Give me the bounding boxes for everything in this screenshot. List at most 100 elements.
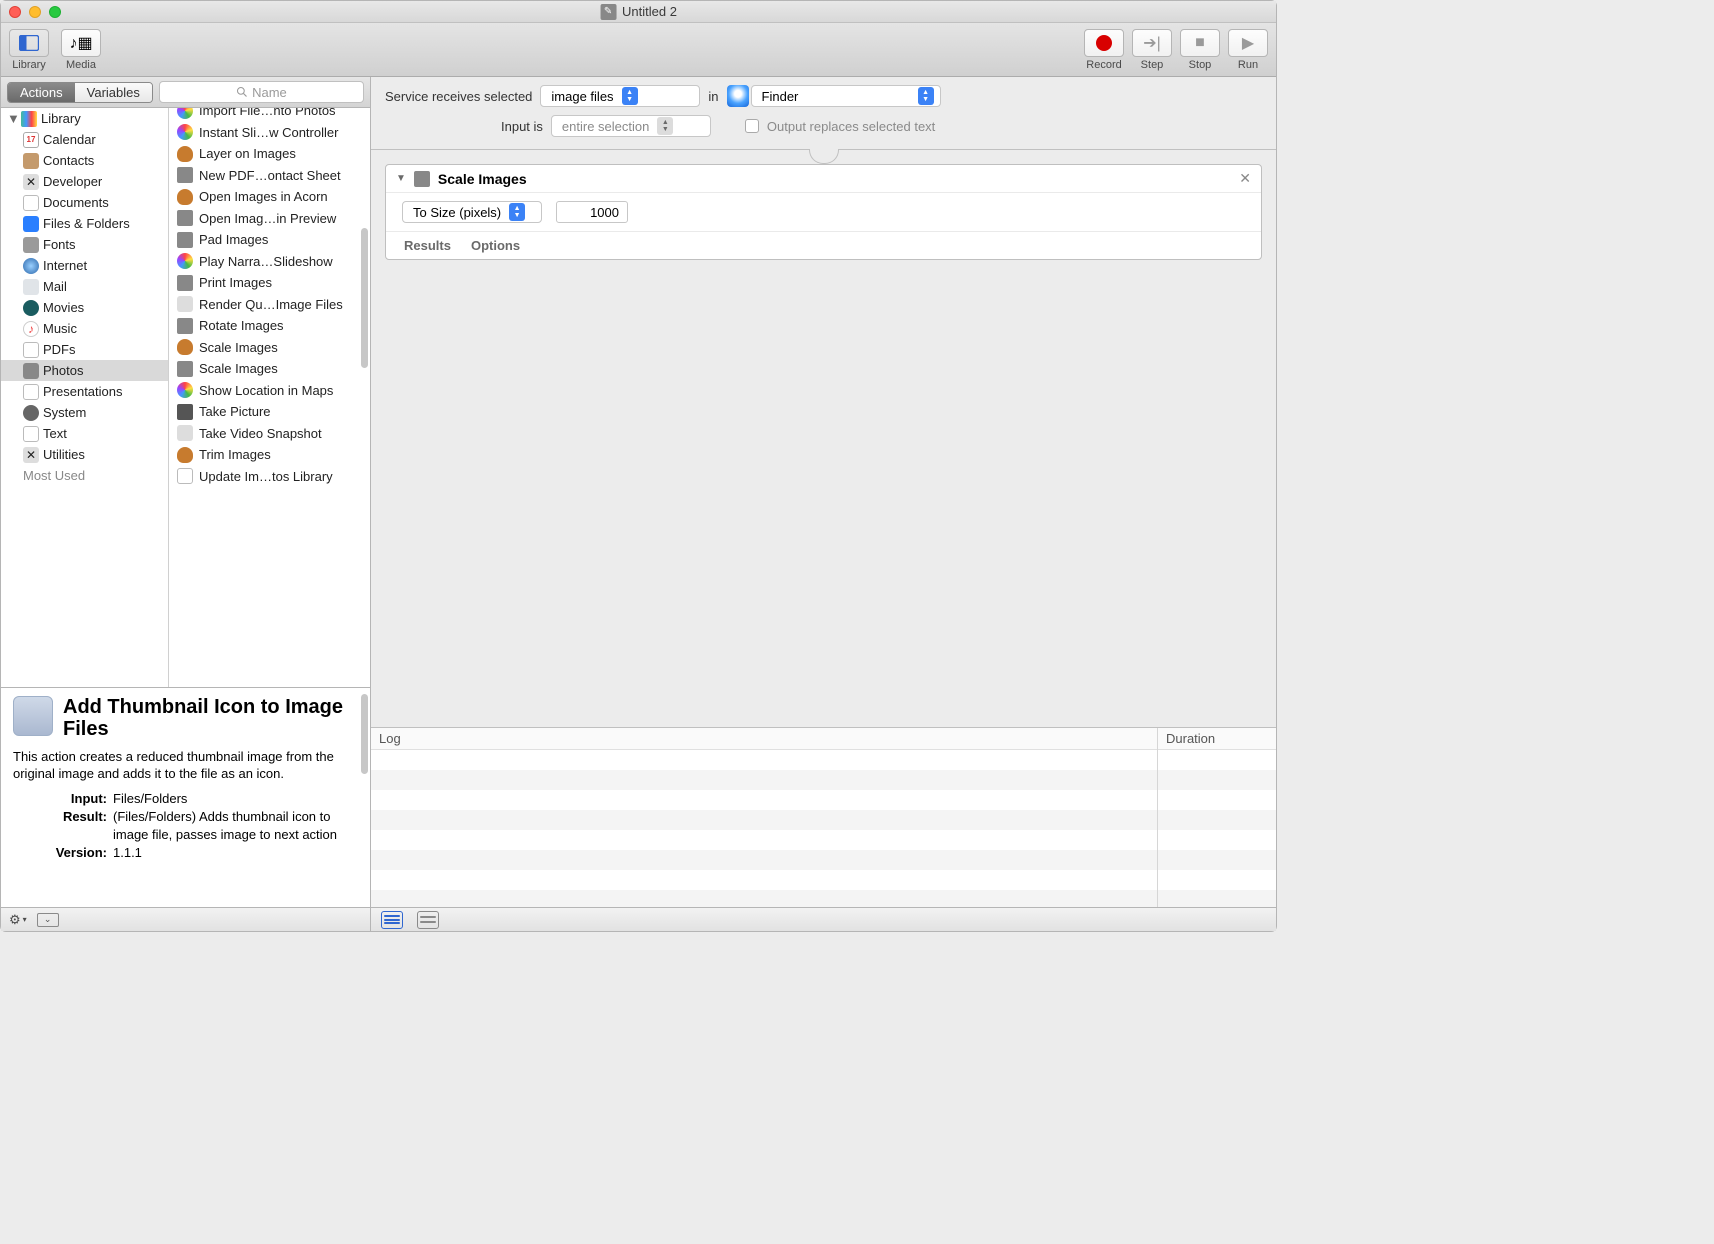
desc-version-value: 1.1.1 (113, 844, 358, 862)
search-placeholder: Name (252, 85, 287, 100)
library-toggle-button[interactable] (9, 29, 49, 57)
chevron-down-icon: ▾ (23, 915, 27, 924)
media-button[interactable]: ♪▦ (61, 29, 101, 57)
description-scrollbar[interactable] (361, 694, 368, 774)
output-replaces-label: Output replaces selected text (767, 119, 935, 134)
scale-mode-select[interactable]: To Size (pixels) ▲▼ (402, 201, 542, 223)
library-categories-list[interactable]: ▼ Library 17Calendar Contacts ✕Developer… (1, 108, 169, 687)
log-list[interactable] (371, 750, 1157, 907)
library-item-files-folders[interactable]: Files & Folders (1, 213, 168, 234)
action-list-item[interactable]: Take Picture (169, 401, 370, 423)
action-results-tab[interactable]: Results (404, 238, 451, 253)
workflow-action-title: Scale Images (438, 171, 527, 187)
library-item-presentations[interactable]: Presentations (1, 381, 168, 402)
action-options-tab[interactable]: Options (471, 238, 520, 253)
step-label: Step (1141, 59, 1164, 71)
scale-size-input[interactable] (556, 201, 628, 223)
desc-result-value: (Files/Folders) Adds thumbnail icon to i… (113, 808, 358, 844)
action-list-item[interactable]: Trim Images (169, 444, 370, 466)
library-item-system[interactable]: System (1, 402, 168, 423)
action-list-item[interactable]: Play Narra…Slideshow (169, 251, 370, 273)
action-list-item[interactable]: Open Imag…in Preview (169, 208, 370, 230)
action-list-item-label: Import File…nto Photos (199, 108, 336, 118)
segment-variables[interactable]: Variables (75, 83, 152, 102)
library-item-mail[interactable]: Mail (1, 276, 168, 297)
service-receives-label: Service receives selected (385, 89, 532, 104)
actions-list[interactable]: Import File…nto Photos Instant Sli…w Cont… (169, 108, 370, 687)
workflow-view-list-button[interactable] (381, 911, 403, 929)
library-item-documents[interactable]: Documents (1, 192, 168, 213)
library-gear-menu[interactable]: ⚙▾ (9, 912, 27, 928)
zoom-button[interactable] (49, 6, 61, 18)
duration-list[interactable] (1158, 750, 1276, 907)
automator-app-icon: ✎ (600, 4, 616, 20)
colorwheel-icon (177, 108, 193, 119)
library-item-movies[interactable]: Movies (1, 297, 168, 318)
action-list-item[interactable]: Print Images (169, 272, 370, 294)
action-list-item[interactable]: Take Video Snapshot (169, 423, 370, 445)
run-button[interactable]: ▶ (1228, 29, 1268, 57)
workflow-action-scale-images[interactable]: ▼ Scale Images ✕ To Size (pixels) ▲▼ Res… (385, 164, 1262, 260)
action-list-item[interactable]: Show Location in Maps (169, 380, 370, 402)
documents-icon (23, 195, 39, 211)
record-button[interactable] (1084, 29, 1124, 57)
colorwheel-icon (177, 253, 193, 269)
segment-actions[interactable]: Actions (8, 83, 75, 102)
library-item-utilities[interactable]: ✕Utilities (1, 444, 168, 465)
workflow-view-log-button[interactable] (417, 911, 439, 929)
input-is-select[interactable]: entire selection ▲▼ (551, 115, 711, 137)
action-list-item[interactable]: Scale Images (169, 358, 370, 380)
action-list-item[interactable]: Open Images in Acorn (169, 186, 370, 208)
workflow-area[interactable]: ▼ Scale Images ✕ To Size (pixels) ▲▼ Res… (371, 164, 1276, 727)
library-item-developer[interactable]: ✕Developer (1, 171, 168, 192)
remove-action-button[interactable]: ✕ (1239, 170, 1251, 187)
action-list-item[interactable]: Layer on Images (169, 143, 370, 165)
toggle-description-button[interactable]: ⌄ (37, 913, 59, 927)
action-list-item[interactable]: Pad Images (169, 229, 370, 251)
chevron-down-icon: ⌄ (44, 914, 52, 925)
library-item-fonts[interactable]: Fonts (1, 234, 168, 255)
service-app-select[interactable]: Finder ▲▼ (751, 85, 941, 107)
action-list-item[interactable]: New PDF…ontact Sheet (169, 165, 370, 187)
service-receives-select[interactable]: image files ▲▼ (540, 85, 700, 107)
action-list-item[interactable]: Rotate Images (169, 315, 370, 337)
library-item-music[interactable]: ♪Music (1, 318, 168, 339)
library-item-contacts[interactable]: Contacts (1, 150, 168, 171)
media-label: Media (66, 59, 96, 71)
action-list-item[interactable]: Instant Sli…w Controller (169, 122, 370, 144)
window-title: ✎ Untitled 2 (600, 4, 677, 20)
tools-icon (177, 296, 193, 312)
log-panel: Log Duration (371, 727, 1276, 907)
output-replaces-checkbox[interactable] (745, 119, 759, 133)
close-button[interactable] (9, 6, 21, 18)
library-icon (21, 111, 37, 127)
search-field[interactable]: Name (159, 81, 364, 103)
traffic-lights (9, 6, 61, 18)
step-button[interactable]: ➔| (1132, 29, 1172, 57)
duration-header[interactable]: Duration (1158, 728, 1276, 750)
library-item-most-used[interactable]: Most Used (1, 465, 168, 486)
minimize-button[interactable] (29, 6, 41, 18)
disclosure-triangle-icon[interactable]: ▼ (396, 173, 406, 184)
library-item-calendar[interactable]: 17Calendar (1, 129, 168, 150)
disclosure-triangle-icon[interactable]: ▼ (7, 111, 17, 126)
actions-scrollbar[interactable] (361, 228, 368, 368)
log-header[interactable]: Log (371, 728, 1157, 750)
library-item-internet[interactable]: Internet (1, 255, 168, 276)
camera-icon (177, 404, 193, 420)
workflow-input-notch (371, 150, 1276, 164)
action-list-item[interactable]: Update Im…tos Library (169, 466, 370, 488)
library-header-row: Actions Variables Name (1, 77, 370, 108)
select-arrows-icon: ▲▼ (657, 117, 673, 135)
internet-icon (23, 258, 39, 274)
library-item-pdfs[interactable]: PDFs (1, 339, 168, 360)
action-list-item[interactable]: Import File…nto Photos (169, 108, 370, 122)
stop-button[interactable]: ■ (1180, 29, 1220, 57)
library-item-text[interactable]: Text (1, 423, 168, 444)
library-root-label: Library (41, 111, 81, 126)
library-item-photos[interactable]: Photos (1, 360, 168, 381)
action-list-item[interactable]: Scale Images (169, 337, 370, 359)
action-list-item[interactable]: Render Qu…Image Files (169, 294, 370, 316)
library-root[interactable]: ▼ Library (1, 108, 168, 129)
record-label: Record (1086, 59, 1121, 71)
